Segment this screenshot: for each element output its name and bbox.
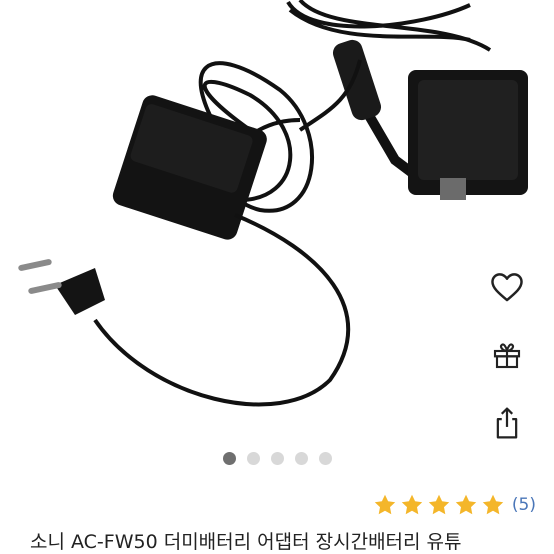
share-button[interactable] [482, 398, 532, 448]
heart-outline-icon [491, 273, 523, 302]
product-title: 소니 AC-FW50 더미배터리 어댑터 장시간배터리 유튜 [30, 531, 462, 553]
star-icon [401, 494, 423, 515]
cable-coil-top [286, 0, 492, 52]
product-image[interactable] [0, 0, 554, 440]
star-icon [428, 494, 450, 515]
rating-stars [373, 493, 505, 517]
rating-count[interactable]: (5) [512, 495, 536, 515]
dc-coupler-connector [332, 39, 382, 121]
dummy-battery-contacts [440, 178, 466, 200]
star-icon [482, 494, 504, 515]
carousel-indicator [0, 452, 554, 465]
gift-button[interactable] [482, 330, 532, 380]
carousel-dot[interactable] [222, 452, 236, 465]
power-plug-pin-2 [28, 282, 62, 294]
power-plug-pin-1 [18, 259, 52, 271]
carousel-dot[interactable] [318, 452, 332, 465]
rating-summary[interactable]: (5) [373, 490, 536, 520]
favorite-button[interactable] [482, 262, 532, 312]
gift-icon [493, 343, 521, 369]
dummy-battery-face [418, 80, 518, 180]
star-icon [374, 494, 396, 515]
carousel-dot[interactable] [246, 452, 260, 465]
cable-to-plug [93, 213, 351, 407]
share-upload-icon [496, 407, 518, 439]
carousel-dot[interactable] [294, 452, 308, 465]
power-plug-body [55, 268, 105, 315]
star-icon [455, 494, 477, 515]
carousel-dot[interactable] [270, 452, 284, 465]
